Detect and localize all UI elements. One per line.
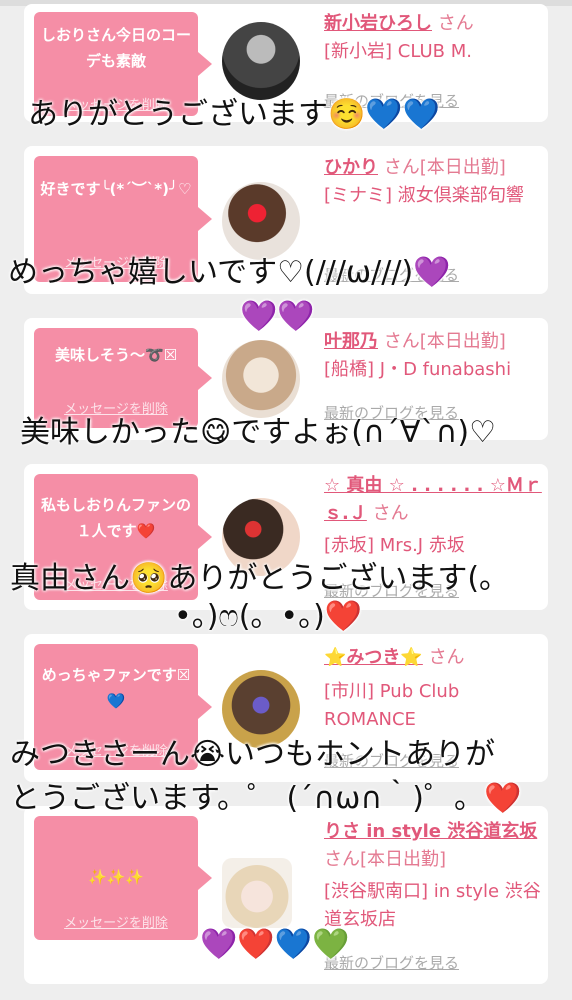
avatar[interactable] — [222, 22, 300, 100]
sender-suffix: さん — [437, 13, 474, 34]
sender-suffix: さん[本日出勤] — [324, 849, 447, 870]
caption-overlay: めっちゃ嬉しいです♡(///ω///)💜 — [8, 255, 451, 290]
caption-overlay: ありがとうございます☺️💙💙 — [28, 97, 441, 132]
caption-overlay: みつきさーん😭いつもホントありが — [10, 737, 496, 772]
message-text: めっちゃファンです☒💙 — [41, 666, 191, 710]
sender-suffix: さん[本日出勤] — [383, 157, 506, 178]
message-text: ✨✨✨ — [87, 868, 145, 886]
sender-info: ⭐みつき⭐ さん [市川] Pub Club ROMANCE — [324, 644, 542, 730]
sender-suffix: さん — [428, 647, 465, 668]
caption-overlay: 💜❤️💙💚 — [200, 927, 350, 962]
avatar[interactable] — [222, 858, 292, 928]
caption-overlay: •。)ෆ(。•。)❤️ — [174, 599, 363, 634]
caption-overlay: 美味しかった😋ですよぉ(∩´∀`∩)♡ — [20, 415, 497, 450]
message-bubble: ✨✨✨ メッセージを削除 — [34, 816, 212, 940]
avatar[interactable] — [222, 340, 300, 418]
sender-name-link[interactable]: ☆ 真由 ☆ . . . . . . ☆Ｍｒｓ.Ｊ — [324, 475, 542, 524]
message-text: しおりさん今日のコーデも素敵 — [40, 26, 191, 70]
sender-suffix: さん — [372, 503, 409, 524]
shop-name: [船橋] J・D funabashi — [324, 359, 512, 380]
shop-name: [新小岩] CLUB M. — [324, 41, 472, 62]
sender-info: ひかり さん[本日出勤] [ミナミ] 淑女倶楽部旬響 — [324, 154, 542, 210]
sender-name-link[interactable]: りさ in style 渋谷道玄坂 — [324, 821, 537, 842]
caption-overlay: 真由さん🥺ありがとうございます(。 — [10, 561, 510, 596]
sender-name-link[interactable]: ⭐みつき⭐ — [324, 647, 423, 668]
message-text: 私もしおりんファンの１人です❤️ — [40, 496, 191, 540]
shop-name: [赤坂] Mrs.J 赤坂 — [324, 535, 465, 556]
shop-name: [ミナミ] 淑女倶楽部旬響 — [324, 185, 524, 206]
message-text: 好きです╰(*´︶`*)╯♡ — [40, 180, 192, 198]
caption-overlay: とうございます。゜ (´∩ω∩｀)゜。❤️ — [10, 781, 522, 816]
shop-name: [市川] Pub Club ROMANCE — [324, 681, 460, 730]
sender-info: ☆ 真由 ☆ . . . . . . ☆Ｍｒｓ.Ｊ さん [赤坂] Mrs.J … — [324, 472, 542, 556]
sender-info: 新小岩ひろし さん [新小岩] CLUB M. — [324, 10, 542, 66]
sender-info: りさ in style 渋谷道玄坂 さん[本日出勤] [渋谷駅南口] in st… — [324, 818, 542, 930]
sender-info: 叶那乃 さん[本日出勤] [船橋] J・D funabashi — [324, 328, 542, 384]
message-bubble: 美味しそう〜➰☒ メッセージを削除 — [34, 328, 212, 428]
shop-name: [渋谷駅南口] in style 渋谷道玄坂店 — [324, 881, 541, 930]
caption-overlay: 💜💜 — [240, 299, 315, 334]
message-text: 美味しそう〜➰☒ — [54, 346, 178, 364]
avatar[interactable] — [222, 182, 300, 260]
delete-message-link[interactable]: メッセージを削除 — [34, 912, 198, 931]
sender-name-link[interactable]: ひかり — [324, 157, 378, 178]
sender-name-link[interactable]: 新小岩ひろし — [324, 13, 432, 34]
